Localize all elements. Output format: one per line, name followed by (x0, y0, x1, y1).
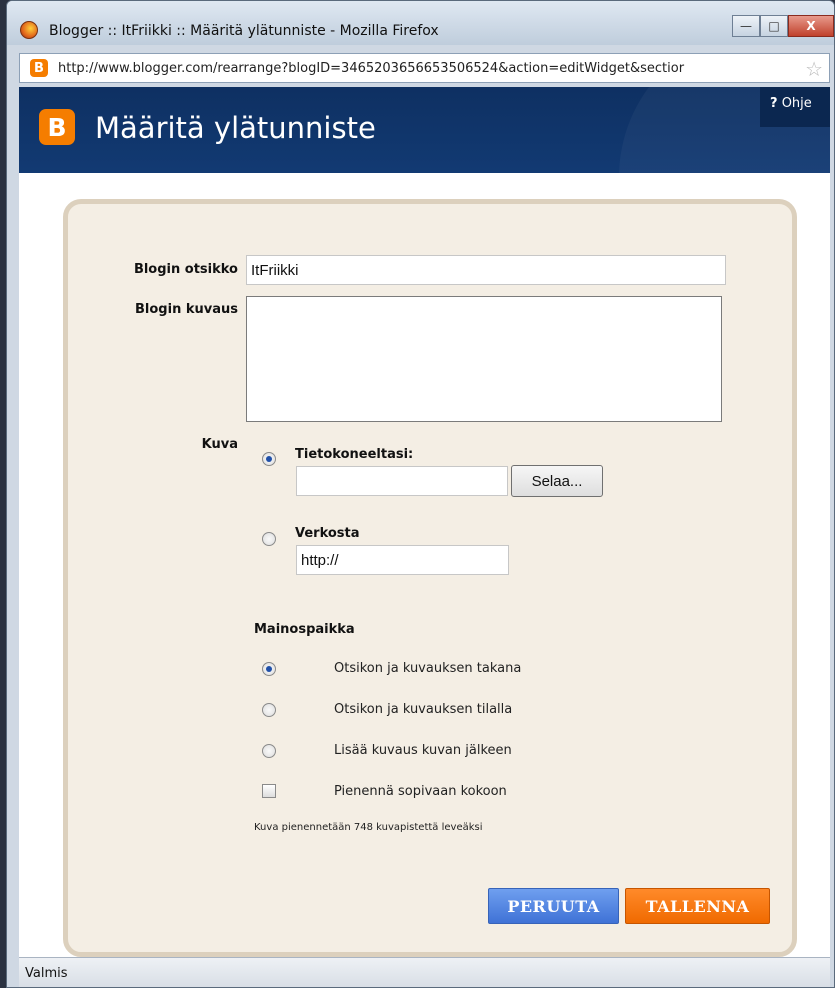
image-url-input[interactable] (296, 545, 509, 575)
window-title: Blogger :: ItFriikki :: Määritä ylätunni… (49, 23, 439, 39)
maximize-button[interactable]: □ (760, 15, 788, 37)
placement-heading: Mainospaikka (254, 622, 355, 637)
image-label: Kuva (201, 437, 238, 452)
save-button[interactable]: TALLENNA (625, 888, 770, 924)
help-link[interactable]: ? Ohje (760, 87, 830, 127)
address-bar[interactable]: B http://www.blogger.com/rearrange?blogI… (19, 53, 830, 83)
page-title: Määritä ylätunniste (95, 111, 376, 145)
url-text[interactable]: http://www.blogger.com/rearrange?blogID=… (58, 61, 808, 76)
placement-instead-radio[interactable] (262, 703, 276, 717)
placement-instead-label: Otsikon ja kuvauksen tilalla (334, 702, 513, 717)
window-controls: — □ X (732, 15, 834, 37)
from-web-label: Verkosta (295, 526, 360, 541)
blog-description-textarea[interactable] (246, 296, 722, 422)
page-header: B Määritä ylätunniste ? Ohje (19, 87, 830, 173)
form-panel: Blogin otsikko Blogin kuvaus Kuva Tietok… (63, 199, 797, 957)
browse-button[interactable]: Selaa... (511, 465, 603, 497)
resize-note: Kuva pienennetään 748 kuvapistettä leveä… (254, 822, 483, 833)
shrink-to-fit-label: Pienennä sopivaan kokoon (334, 784, 507, 799)
blog-title-label: Blogin otsikko (133, 262, 238, 277)
status-text: Valmis (25, 966, 68, 981)
close-button[interactable]: X (788, 15, 834, 37)
help-label: Ohje (781, 96, 812, 111)
blog-title-input[interactable] (246, 255, 726, 285)
from-computer-label: Tietokoneeltasi: (295, 447, 414, 462)
page-content: B Määritä ylätunniste ? Ohje Blogin otsi… (19, 87, 830, 957)
firefox-icon (20, 21, 38, 39)
title-bar: Blogger :: ItFriikki :: Määritä ylätunni… (7, 1, 834, 45)
bookmark-star-icon[interactable]: ☆ (805, 57, 823, 81)
shrink-to-fit-checkbox[interactable] (262, 784, 276, 798)
image-from-computer-radio[interactable] (262, 452, 276, 466)
status-bar: Valmis (19, 957, 830, 987)
placement-behind-radio[interactable] (262, 662, 276, 676)
placement-after-label: Lisää kuvaus kuvan jälkeen (334, 743, 512, 758)
placement-behind-label: Otsikon ja kuvauksen takana (334, 661, 522, 676)
help-mark: ? (770, 96, 778, 111)
placement-after-radio[interactable] (262, 744, 276, 758)
cancel-button[interactable]: PERUUTA (488, 888, 619, 924)
image-from-web-radio[interactable] (262, 532, 276, 546)
blogger-logo-icon: B (39, 109, 75, 145)
blog-description-label: Blogin kuvaus (135, 302, 238, 317)
file-path-input[interactable] (296, 466, 508, 496)
browser-window: Blogger :: ItFriikki :: Määritä ylätunni… (6, 0, 835, 988)
blogger-favicon-icon: B (30, 59, 48, 77)
minimize-button[interactable]: — (732, 15, 760, 37)
